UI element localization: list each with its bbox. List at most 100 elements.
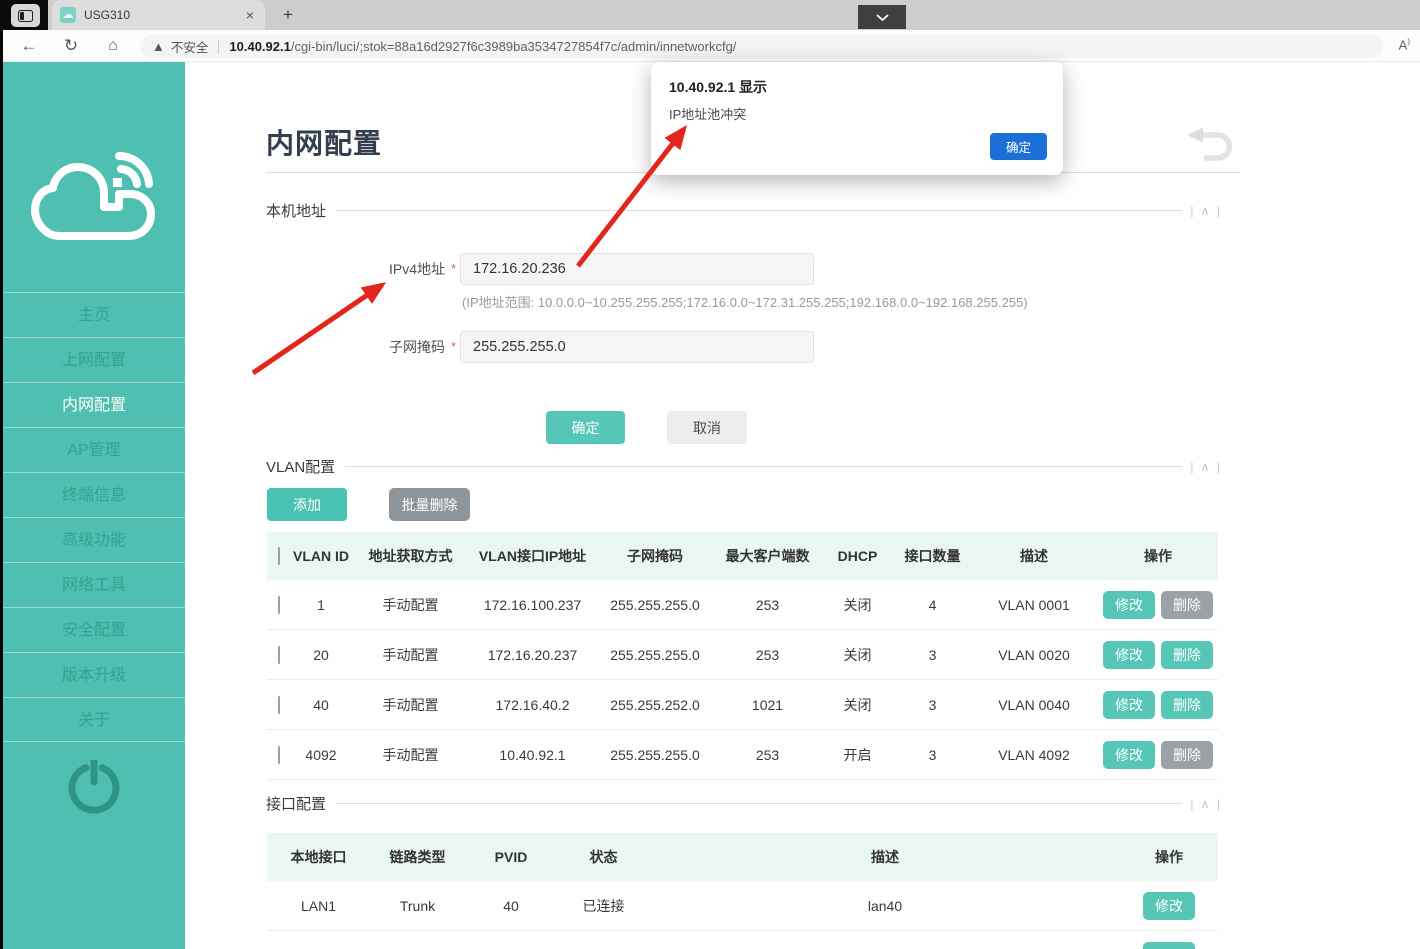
vlan-table-row: 40 手动配置 172.16.40.2 255.255.252.0 1021 关… xyxy=(267,680,1218,730)
delete-button[interactable]: 删除 xyxy=(1161,740,1213,769)
confirm-button[interactable]: 确定 xyxy=(546,411,625,444)
subnet-mask: 255.255.255.0 xyxy=(610,596,700,613)
modify-button[interactable]: 修改 xyxy=(1103,740,1155,769)
row-checkbox[interactable] xyxy=(278,595,280,614)
power-button[interactable] xyxy=(66,757,122,822)
col-header: 状态 xyxy=(589,849,618,865)
ipv4-label: IPv4地址 xyxy=(388,261,445,277)
section-label: VLAN配置 xyxy=(266,459,336,476)
add-vlan-button[interactable]: 添加 xyxy=(267,488,347,521)
browser-tab[interactable]: ☁ USG310 × xyxy=(52,0,265,30)
delete-button[interactable]: 删除 xyxy=(1161,690,1213,719)
new-tab-button[interactable]: + xyxy=(276,3,300,27)
col-header: 接口数量 xyxy=(904,548,961,564)
col-header: 描述 xyxy=(1020,548,1048,564)
ipv4-input[interactable] xyxy=(460,253,814,285)
sidebar-item-lan-config[interactable]: 内网配置 xyxy=(3,382,185,427)
section-label: 本机地址 xyxy=(266,203,327,220)
sidebar-item-wan-config[interactable]: 上网配置 xyxy=(3,337,185,382)
ip-range-hint: (IP地址范围: 10.0.0.0~10.255.255.255;172.16.… xyxy=(462,295,1028,310)
sidebar-item-advanced-features[interactable]: 高级功能 xyxy=(3,517,185,562)
dialog-ok-button[interactable]: 确定 xyxy=(990,133,1047,160)
sidebar: 主页 上网配置 内网配置 AP管理 终端信息 高级功能 网络工具 安全配置 版本… xyxy=(3,62,185,949)
max-clients: 253 xyxy=(755,596,780,613)
col-header: 描述 xyxy=(871,849,899,865)
browser-toolbar: ← ↻ ⌂ ▲ 不安全 10.40.92.1 /cgi-bin/luci/;st… xyxy=(0,30,1420,62)
screen: ☁ USG310 × + ← ↻ ⌂ ▲ 不安全 10.40.92.1 /cgi… xyxy=(0,0,1420,949)
sidebar-item-ap-management[interactable]: AP管理 xyxy=(3,427,185,472)
col-header: 操作 xyxy=(1144,548,1172,564)
window-menu-button[interactable] xyxy=(858,5,906,29)
subnet-mask-input[interactable] xyxy=(460,331,814,363)
interface-table: 本地接口 链路类型 PVID 状态 描述 操作 LAN1 Trunk 40 已连… xyxy=(267,833,1218,949)
cancel-button[interactable]: 取消 xyxy=(667,411,747,444)
row-checkbox[interactable] xyxy=(278,745,280,764)
return-icon[interactable] xyxy=(1183,126,1237,167)
address-mode: 手动配置 xyxy=(382,746,439,763)
interface-table-row: LAN1 Trunk 40 已连接 lan40 修改 xyxy=(267,881,1218,931)
row-checkbox[interactable] xyxy=(278,695,280,714)
link-type: Trunk xyxy=(399,897,436,914)
site-favicon-icon: ☁ xyxy=(60,7,76,23)
interface-table-row-partial: 修改 xyxy=(267,931,1218,949)
address-bar[interactable]: ▲ 不安全 10.40.92.1 /cgi-bin/luci/;stok=88a… xyxy=(140,35,1383,58)
tab-actions-button[interactable] xyxy=(11,4,40,27)
section-divider xyxy=(336,210,1183,211)
modify-button[interactable]: 修改 xyxy=(1143,891,1195,920)
col-header: 最大客户端数 xyxy=(725,548,810,564)
col-header: 子网掩码 xyxy=(627,548,683,564)
modify-button[interactable]: 修改 xyxy=(1103,690,1155,719)
link-status: 已连接 xyxy=(582,897,625,914)
vlan-ip: 10.40.92.1 xyxy=(499,746,566,763)
section-divider xyxy=(336,803,1183,804)
window-sidebar-icon xyxy=(18,9,33,22)
batch-delete-button[interactable]: 批量删除 xyxy=(389,488,470,521)
sidebar-menu: 主页 上网配置 内网配置 AP管理 终端信息 高级功能 网络工具 安全配置 版本… xyxy=(3,292,185,742)
sidebar-item-home[interactable]: 主页 xyxy=(3,292,185,337)
delete-button[interactable]: 删除 xyxy=(1161,640,1213,669)
col-header: 地址获取方式 xyxy=(368,548,453,564)
collapse-control[interactable]: | ∧ | xyxy=(1190,460,1222,474)
read-aloud-icon[interactable]: A) xyxy=(1399,37,1410,52)
home-button[interactable]: ⌂ xyxy=(100,30,126,62)
dialog-message: IP地址池冲突 xyxy=(669,107,747,122)
section-label: 接口配置 xyxy=(266,796,327,813)
dhcp-status: 关闭 xyxy=(843,596,872,613)
max-clients: 1021 xyxy=(751,696,784,713)
vlan-id: 4092 xyxy=(305,746,337,763)
vlan-id: 20 xyxy=(313,646,329,663)
power-icon xyxy=(68,757,120,814)
dhcp-status: 关闭 xyxy=(843,696,872,713)
url-divider xyxy=(218,39,220,54)
sidebar-item-security-config[interactable]: 安全配置 xyxy=(3,607,185,652)
port-count: 3 xyxy=(928,646,937,663)
sidebar-item-terminal-info[interactable]: 终端信息 xyxy=(3,472,185,517)
back-button[interactable]: ← xyxy=(16,30,42,62)
subnet-mask-label: 子网掩码 xyxy=(389,339,445,355)
modify-button[interactable]: 修改 xyxy=(1103,640,1155,669)
port-count: 4 xyxy=(928,596,937,613)
vlan-id: 1 xyxy=(317,596,325,613)
collapse-control[interactable]: | ∧ | xyxy=(1190,204,1222,218)
sidebar-item-version-upgrade[interactable]: 版本升级 xyxy=(3,652,185,697)
modify-button[interactable]: 修改 xyxy=(1103,590,1155,619)
vlan-description: VLAN 0020 xyxy=(998,646,1070,663)
row-checkbox[interactable] xyxy=(278,645,280,664)
delete-button[interactable]: 删除 xyxy=(1161,590,1213,619)
sidebar-item-about[interactable]: 关于 xyxy=(3,697,185,742)
port-count: 3 xyxy=(928,746,937,763)
tab-close-icon[interactable]: × xyxy=(243,7,257,23)
vlan-id: 40 xyxy=(313,696,329,713)
col-header: VLAN ID xyxy=(293,548,349,564)
sidebar-item-network-tools[interactable]: 网络工具 xyxy=(3,562,185,607)
alert-dialog: 10.40.92.1 显示 IP地址池冲突 确定 xyxy=(651,62,1063,175)
cloud-wifi-logo-icon xyxy=(31,151,155,240)
select-all-checkbox[interactable] xyxy=(278,547,280,565)
subnet-mask: 255.255.255.0 xyxy=(610,646,700,663)
modify-button[interactable]: 修改 xyxy=(1143,941,1195,949)
col-header: 本地接口 xyxy=(290,849,347,865)
vlan-table-row: 20 手动配置 172.16.20.237 255.255.255.0 253 … xyxy=(267,630,1218,680)
refresh-button[interactable]: ↻ xyxy=(58,30,84,62)
collapse-control[interactable]: | ∧ | xyxy=(1190,797,1222,811)
vlan-table-row: 1 手动配置 172.16.100.237 255.255.255.0 253 … xyxy=(267,580,1218,630)
